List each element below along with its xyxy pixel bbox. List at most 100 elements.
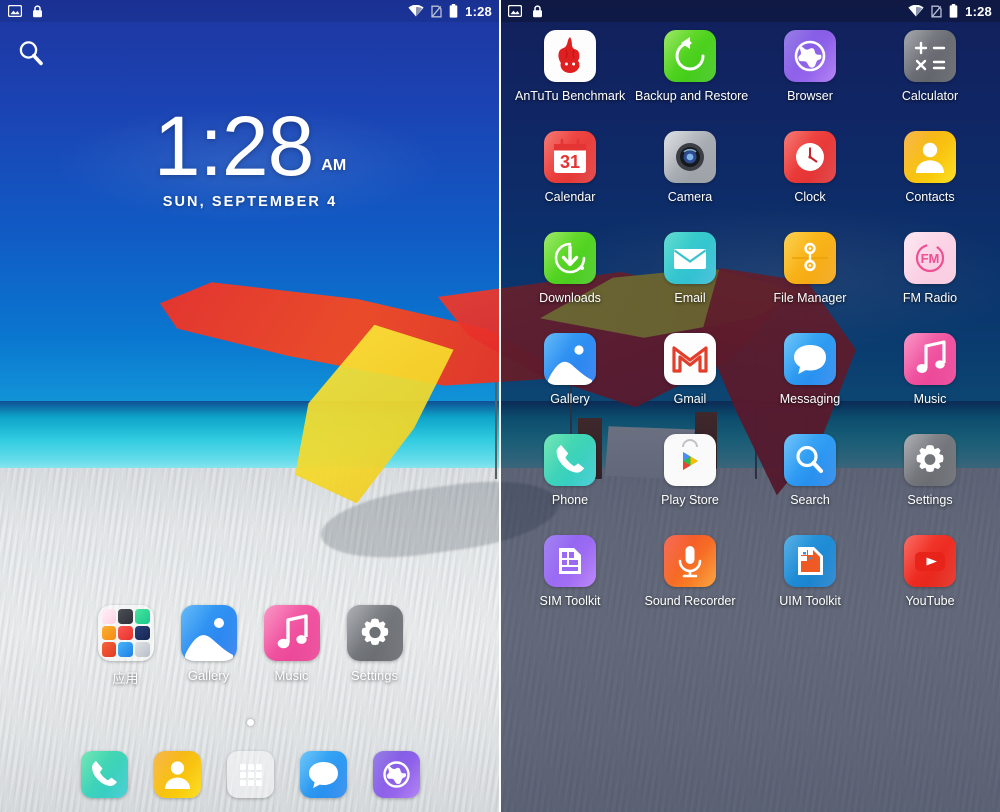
folder-icon	[97, 605, 154, 661]
dock-item-contacts[interactable]	[153, 751, 201, 798]
status-bar-time: 1:28	[465, 3, 492, 19]
panel-divider	[499, 0, 501, 812]
home-app-music[interactable]: Music	[250, 605, 333, 687]
settings-icon	[904, 434, 956, 486]
settings-icon	[346, 605, 403, 661]
home-folder-apps[interactable]: 应用	[84, 605, 167, 687]
page-indicator-dot[interactable]	[246, 719, 254, 726]
app-label: Music	[913, 392, 947, 406]
app-label: Sound Recorder	[644, 594, 736, 608]
app-item-gmail[interactable]: Gmail	[635, 333, 745, 434]
clock-ampm: AM	[321, 157, 347, 175]
play-store-icon	[664, 434, 716, 486]
lock-icon	[532, 4, 543, 18]
app-label: Calendar	[544, 190, 596, 204]
home-app-settings[interactable]: Settings	[333, 605, 416, 687]
music-icon	[904, 333, 956, 385]
calendar-icon: 31	[544, 131, 596, 183]
app-label: Downloads	[539, 291, 601, 305]
dock-item-app-drawer[interactable]	[226, 751, 274, 798]
app-item-downloads[interactable]: Downloads	[515, 232, 625, 333]
gmail-icon	[664, 333, 716, 385]
backup-restore-icon	[664, 30, 716, 82]
home-app-gallery[interactable]: Gallery	[167, 605, 250, 687]
app-label: FM Radio	[902, 291, 958, 305]
clock-widget[interactable]: 1:28 AM SUN, SEPTEMBER 4	[0, 99, 500, 210]
camera-icon	[664, 131, 716, 183]
app-item-browser[interactable]: Browser	[755, 30, 865, 131]
app-label: SIM Toolkit	[539, 594, 601, 608]
app-item-camera[interactable]: Camera	[635, 131, 745, 232]
file-manager-icon	[784, 232, 836, 284]
app-item-fm-radio[interactable]: FM FM Radio	[875, 232, 985, 333]
app-label: Search	[790, 493, 830, 507]
app-label: Play Store	[661, 493, 719, 507]
app-label: Calculator	[901, 89, 959, 103]
email-icon	[664, 232, 716, 284]
image-icon	[508, 5, 522, 17]
app-item-calendar[interactable]: 31 Calendar	[515, 131, 625, 232]
clock-time: 1:28	[153, 99, 314, 193]
sound-recorder-icon	[664, 535, 716, 587]
dock-item-messaging[interactable]	[299, 751, 347, 798]
app-item-settings[interactable]: Settings	[875, 434, 985, 535]
app-item-antutu-benchmark[interactable]: AnTuTu Benchmark	[515, 30, 625, 131]
phone-icon	[544, 434, 596, 486]
app-item-file-manager[interactable]: File Manager	[755, 232, 865, 333]
home-app-label: 应用	[112, 671, 139, 686]
app-item-calculator[interactable]: Calculator	[875, 30, 985, 131]
app-item-phone[interactable]: Phone	[515, 434, 625, 535]
phone-icon	[80, 751, 128, 798]
uim-toolkit-icon	[784, 535, 836, 587]
sim-toolkit-icon	[544, 535, 596, 587]
dock	[0, 751, 500, 798]
app-item-email[interactable]: Email	[635, 232, 745, 333]
app-label: Settings	[907, 493, 953, 507]
app-label: Camera	[667, 190, 713, 204]
app-label: Clock	[794, 190, 826, 204]
lock-icon	[32, 4, 43, 18]
app-item-uim-toolkit[interactable]: UIM Toolkit	[755, 535, 865, 636]
app-item-play-store[interactable]: Play Store	[635, 434, 745, 535]
app-item-clock[interactable]: Clock	[755, 131, 865, 232]
app-label: UIM Toolkit	[779, 594, 841, 608]
app-label: AnTuTu Benchmark	[515, 89, 626, 103]
messaging-icon	[784, 333, 836, 385]
app-item-gallery[interactable]: Gallery	[515, 333, 625, 434]
app-label: Gallery	[550, 392, 590, 406]
app-label: Contacts	[905, 190, 955, 204]
app-item-backup-and-restore[interactable]: Backup and Restore	[635, 30, 749, 131]
search-icon[interactable]	[16, 38, 46, 73]
wifi-icon	[908, 5, 924, 17]
battery-icon	[949, 4, 958, 18]
app-item-youtube[interactable]: YouTube	[875, 535, 985, 636]
sim-missing-icon	[931, 5, 942, 18]
app-item-sim-toolkit[interactable]: SIM Toolkit	[515, 535, 625, 636]
app-label: Email	[674, 291, 706, 305]
app-label: Backup and Restore	[635, 89, 749, 103]
youtube-icon	[904, 535, 956, 587]
battery-icon	[449, 4, 458, 18]
dock-item-phone[interactable]	[80, 751, 128, 798]
status-bar-time: 1:28	[965, 3, 992, 19]
home-app-row: 应用 Gallery Music Settings	[0, 605, 500, 687]
app-label: Browser	[787, 89, 833, 103]
antutu-icon	[544, 30, 596, 82]
app-grid: AnTuTu Benchmark Backup and Restore Brow…	[500, 0, 1000, 812]
calculator-icon	[904, 30, 956, 82]
app-item-music[interactable]: Music	[875, 333, 985, 434]
fm-radio-text: FM	[921, 251, 940, 266]
app-label: Phone	[551, 493, 589, 507]
contacts-icon	[904, 131, 956, 183]
app-item-contacts[interactable]: Contacts	[875, 131, 985, 232]
home-screen-panel: 1:28 1:28 AM SUN, SEPTEMBER 4 应用 Gallery…	[0, 0, 500, 812]
app-drawer-icon	[226, 751, 274, 798]
app-item-search[interactable]: Search	[755, 434, 865, 535]
sim-missing-icon	[431, 5, 442, 18]
app-item-messaging[interactable]: Messaging	[755, 333, 865, 434]
app-item-sound-recorder[interactable]: Sound Recorder	[635, 535, 745, 636]
dock-item-browser[interactable]	[372, 751, 420, 798]
gallery-icon	[180, 605, 237, 661]
messaging-icon	[299, 751, 347, 798]
clock-icon	[784, 131, 836, 183]
